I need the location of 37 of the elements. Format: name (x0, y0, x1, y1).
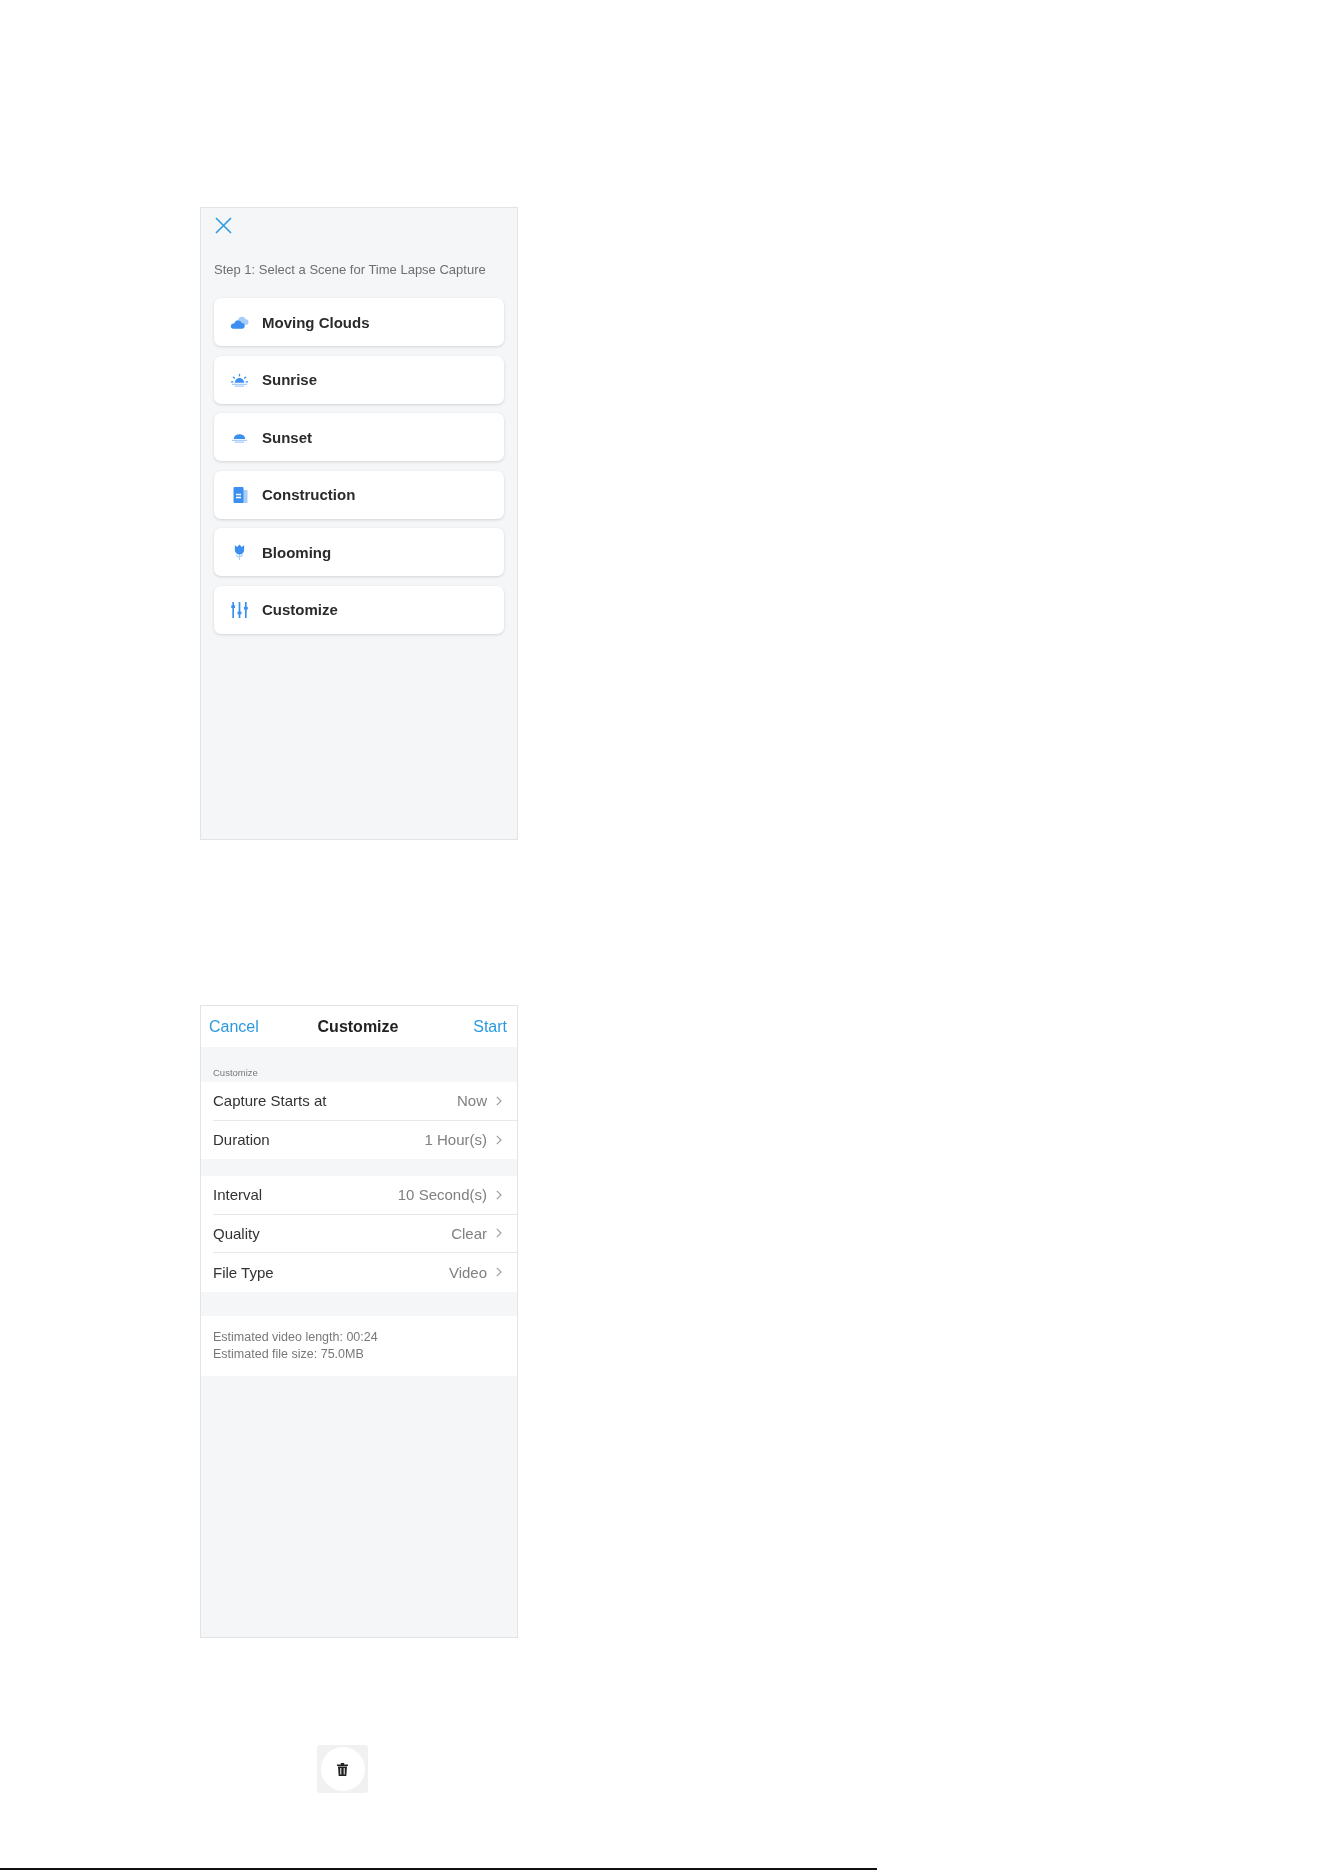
section-caption: Customize (213, 1067, 258, 1079)
trash-icon (337, 1762, 348, 1776)
settings-row[interactable]: Capture Starts at Now (201, 1082, 517, 1121)
estimate-text: Estimated video length: 00:24 (213, 1328, 379, 1346)
chevron-right-icon (496, 1189, 502, 1200)
scene-card[interactable]: Moving Clouds (214, 298, 504, 346)
settings-row[interactable]: Duration 1 Hour(s) (201, 1120, 517, 1159)
chevron-right-icon (496, 1267, 502, 1278)
setting-label: Capture Starts at (213, 1092, 327, 1110)
settings-row[interactable]: File Type Video (201, 1253, 517, 1292)
cloud-icon (230, 314, 249, 330)
close-icon[interactable] (215, 217, 232, 234)
scene-card[interactable]: Sunrise (214, 355, 504, 404)
setting-label: File Type (213, 1263, 274, 1281)
chevron-right-icon (496, 1228, 502, 1239)
chevron-right-icon (496, 1134, 502, 1145)
sliders-icon (230, 601, 249, 618)
scene-card[interactable]: Construction (214, 470, 504, 519)
settings-row[interactable]: Interval 10 Second(s) (201, 1176, 517, 1215)
setting-value: Clear (451, 1224, 487, 1242)
setting-label: Quality (213, 1224, 260, 1242)
setting-value: Video (448, 1263, 487, 1281)
scene-card[interactable]: Customize (214, 585, 504, 634)
setting-value: 10 Second(s) (397, 1186, 487, 1204)
chevron-right-icon (496, 1095, 502, 1106)
scene-card[interactable]: Sunset (214, 413, 504, 462)
delete-button[interactable] (320, 1747, 365, 1791)
sunrise-icon (230, 371, 249, 388)
screen-title: Customize (317, 1017, 399, 1036)
instruction-text: Step 1: Select a Scene for Time Lapse Capture (214, 262, 487, 278)
setting-label: Duration (213, 1131, 270, 1149)
estimate-text: Estimated file size: 75.0MB (213, 1345, 365, 1363)
settings-row[interactable]: Quality Clear (201, 1214, 517, 1253)
setting-value: Now (457, 1092, 487, 1110)
scene-card[interactable]: Blooming (214, 528, 504, 577)
setting-label: Interval (213, 1186, 263, 1204)
setting-value: 1 Hour(s) (424, 1131, 487, 1149)
